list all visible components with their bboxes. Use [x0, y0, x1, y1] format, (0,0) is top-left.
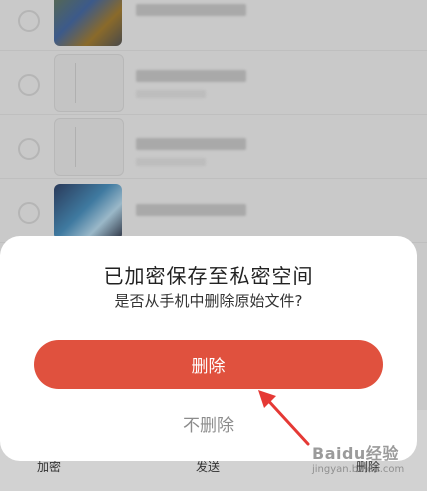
dialog-title: 已加密保存至私密空间 [103, 264, 314, 288]
file-meta [136, 90, 206, 98]
delete-button[interactable]: 删除 [34, 340, 383, 389]
watermark-logo: Baidu经验 [312, 444, 399, 463]
file-name [136, 204, 246, 216]
file-thumbnail [54, 0, 122, 46]
list-item [0, 50, 427, 115]
list-item [0, 0, 427, 51]
file-name [136, 138, 246, 150]
file-thumbnail [54, 54, 124, 112]
annotation-arrow-icon [258, 390, 310, 446]
checkbox [18, 74, 40, 96]
watermark-url: jingyan.baidu.com [312, 464, 405, 475]
file-thumbnail [54, 184, 122, 240]
baidu-jingyan-watermark: Baidu经验 jingyan.baidu.com [312, 440, 424, 484]
dialog-message: 是否从手机中删除原始文件? [114, 292, 303, 310]
file-thumbnail [54, 118, 124, 176]
checkbox [18, 10, 40, 32]
file-meta [136, 158, 206, 166]
list-item [0, 178, 427, 243]
delete-original-dialog: 已加密保存至私密空间 是否从手机中删除原始文件? 删除 不删除 [0, 236, 417, 461]
checkbox [18, 138, 40, 160]
checkbox [18, 202, 40, 224]
file-name [136, 70, 246, 82]
list-item [0, 114, 427, 179]
file-name [136, 4, 246, 16]
